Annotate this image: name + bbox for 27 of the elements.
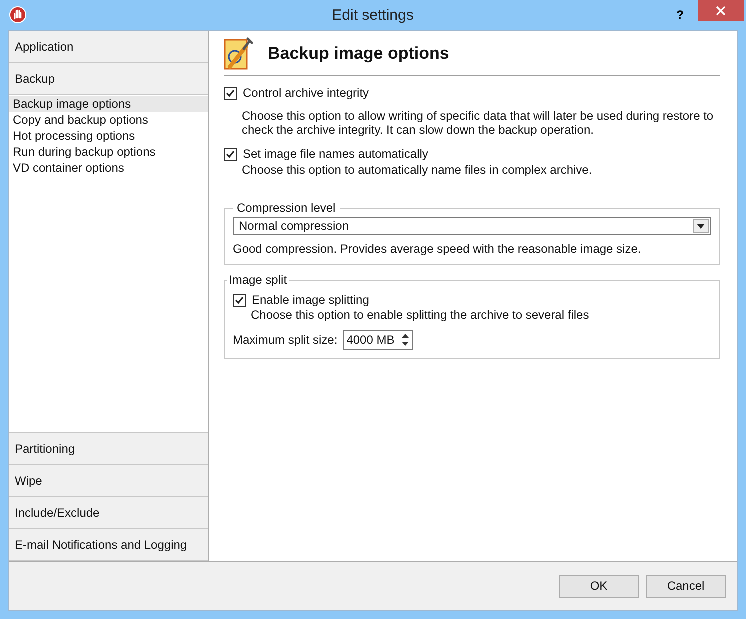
spin-arrows-icon [400,333,410,347]
group-legend: Compression level [233,201,340,215]
dialog-button[interactable]: Cancel [646,574,726,598]
split-size-spinner[interactable]: 4000 MB [342,330,413,350]
checkbox[interactable] [224,148,237,160]
option-label: Set image file names automatically [243,147,428,161]
dialog-button[interactable]: OK [559,574,639,598]
option-description: Choose this option to automatically name files in complex archive. [242,163,594,177]
checkbox[interactable] [233,294,246,306]
option-description: Choose this option to allow writing of specific data that will later be used during restore to check the archive integrity. It can slow down the backup operation. [242,109,715,137]
sidebar-item[interactable]: Backup image options [9,96,208,112]
hand-icon [9,6,27,24]
page-title: Backup image options [268,44,450,64]
option-description: Choose this option to enable splitting the archive to several files [251,308,590,322]
field-label: Maximum split size: [233,333,338,347]
checkbox[interactable] [224,86,237,100]
compression-description: Good compression. Provides average speed with the reasonable image size. [233,242,642,256]
window-title: Edit settings [332,6,414,24]
compression-dropdown[interactable]: Normal compression [233,217,711,235]
close-button[interactable] [698,0,744,21]
group-legend: Image split [227,273,290,287]
help-button[interactable]: ? [672,8,688,22]
dropdown-arrow-icon [697,224,705,228]
option-label: Control archive integrity [243,86,370,100]
option-label: Enable image splitting [252,293,370,307]
close-icon [716,6,726,16]
settings-document-icon [224,37,254,71]
